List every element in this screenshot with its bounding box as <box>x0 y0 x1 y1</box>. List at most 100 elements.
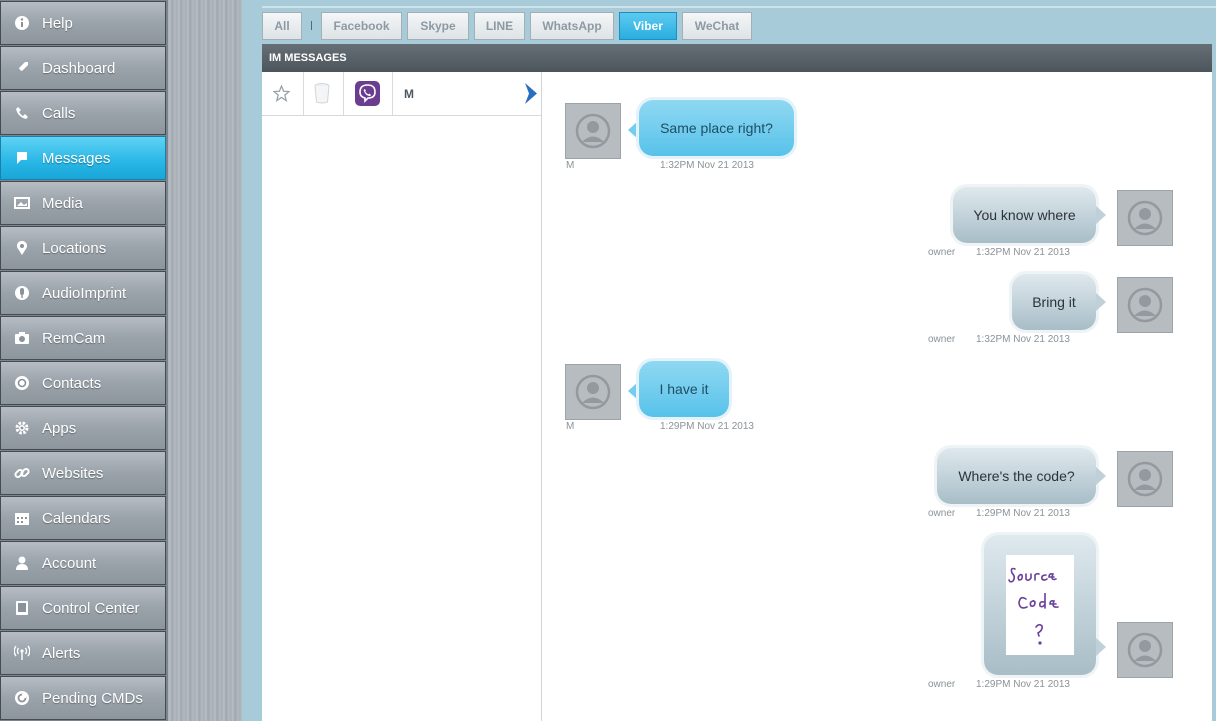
message-timestamp: 1:32PM Nov 21 2013 <box>976 334 1070 345</box>
message-text: I have it <box>659 381 709 397</box>
default-user-icon <box>1127 461 1163 497</box>
sidebar-item-label: Locations <box>42 239 107 257</box>
message-bubble: Same place right? <box>639 100 794 156</box>
phone-icon <box>14 105 30 121</box>
message-sender: M <box>566 160 575 171</box>
rocket-icon <box>14 60 30 76</box>
chevron-right-icon[interactable] <box>522 82 539 110</box>
cell-divider <box>303 72 304 115</box>
sidebar-item-label: Contacts <box>42 374 102 392</box>
message-timestamp: 1:29PM Nov 21 2013 <box>976 508 1070 519</box>
avatar <box>565 103 621 159</box>
tab-viber[interactable]: Viber <box>619 12 677 40</box>
sidebar-item-label: Pending CMDs <box>42 689 143 707</box>
speech-bubble-icon <box>14 150 30 166</box>
camera-icon <box>14 330 30 346</box>
message-sender: M <box>566 421 575 432</box>
conversation-contact-name: M <box>404 87 414 101</box>
sidebar-item-pending-cmds[interactable]: Pending CMDs <box>0 676 166 720</box>
sidebar: Help Dashboard Calls Messages Media Loca… <box>0 0 168 721</box>
sidebar-item-alerts[interactable]: Alerts <box>0 631 166 675</box>
sidebar-item-calendars[interactable]: Calendars <box>0 496 166 540</box>
sidebar-item-apps[interactable]: Apps <box>0 406 166 450</box>
tab-skype[interactable]: Skype <box>407 12 469 40</box>
top-divider <box>262 6 1216 8</box>
cell-divider <box>392 72 393 115</box>
panel-title: IM MESSAGES <box>269 52 347 64</box>
tab-separator <box>311 21 312 30</box>
message-text: You know where <box>973 207 1076 223</box>
avatar <box>1117 451 1173 507</box>
message-bubble: Where's the code? <box>937 448 1096 504</box>
sidebar-item-label: Websites <box>42 464 104 482</box>
gear-icon <box>14 420 30 436</box>
antenna-icon <box>14 645 30 661</box>
sidebar-item-label: Media <box>42 194 83 212</box>
calendar-icon <box>14 510 30 526</box>
tab-facebook[interactable]: Facebook <box>321 12 402 40</box>
sidebar-item-label: AudioImprint <box>42 284 127 302</box>
sidebar-item-messages[interactable]: Messages <box>0 136 166 180</box>
tab-wechat[interactable]: WeChat <box>682 12 752 40</box>
default-user-icon <box>575 374 611 410</box>
sidebar-item-audioimprint[interactable]: AudioImprint <box>0 271 166 315</box>
bubble-tail <box>1096 206 1106 224</box>
map-pin-icon <box>14 240 30 256</box>
sidebar-item-dashboard[interactable]: Dashboard <box>0 46 166 90</box>
sidebar-item-control-center[interactable]: Control Center <box>0 586 166 630</box>
default-user-icon <box>1127 632 1163 668</box>
message-sender: owner <box>928 679 956 690</box>
image-attachment[interactable] <box>1006 555 1074 655</box>
message-sender: owner <box>928 247 956 258</box>
trash-icon[interactable] <box>314 83 330 109</box>
star-icon[interactable] <box>272 84 291 107</box>
message-bubble: Bring it <box>1012 274 1096 330</box>
message-bubble: I have it <box>639 361 729 417</box>
avatar <box>1117 277 1173 333</box>
sidebar-item-locations[interactable]: Locations <box>0 226 166 270</box>
sidebar-item-calls[interactable]: Calls <box>0 91 166 135</box>
sidebar-item-label: Help <box>42 14 73 32</box>
avatar <box>1117 622 1173 678</box>
tab-line[interactable]: LINE <box>474 12 525 40</box>
contact-icon <box>14 375 30 391</box>
sidebar-item-account[interactable]: Account <box>0 541 166 585</box>
default-user-icon <box>575 113 611 149</box>
sidebar-item-websites[interactable]: Websites <box>0 451 166 495</box>
message-timestamp: 1:32PM Nov 21 2013 <box>660 160 754 171</box>
microphone-icon <box>14 285 30 301</box>
bubble-tail <box>628 382 638 400</box>
message-timestamp: 1:29PM Nov 21 2013 <box>976 679 1070 690</box>
conversation-row[interactable]: M <box>262 72 541 116</box>
default-user-icon <box>1127 200 1163 236</box>
message-text: Same place right? <box>660 120 773 136</box>
message-text: Where's the code? <box>958 468 1075 484</box>
viber-icon <box>355 81 380 111</box>
sidebar-item-contacts[interactable]: Contacts <box>0 361 166 405</box>
sidebar-item-label: Dashboard <box>42 59 116 77</box>
message-text: Bring it <box>1032 294 1076 310</box>
avatar <box>1117 190 1173 246</box>
sidebar-item-remcam[interactable]: RemCam <box>0 316 166 360</box>
message-sender: owner <box>928 334 956 345</box>
tablet-icon <box>14 600 30 616</box>
bubble-tail <box>1096 638 1106 656</box>
tab-all[interactable]: All <box>262 12 302 40</box>
image-icon <box>14 195 30 211</box>
avatar <box>565 364 621 420</box>
bubble-tail <box>1096 293 1106 311</box>
sidebar-item-media[interactable]: Media <box>0 181 166 225</box>
sidebar-item-label: Calendars <box>42 509 111 527</box>
sidebar-item-help[interactable]: Help <box>0 1 166 45</box>
bubble-tail <box>1096 467 1106 485</box>
sidebar-item-label: Control Center <box>42 599 140 617</box>
sidebar-item-label: Calls <box>42 104 76 122</box>
conversation-list: M <box>262 72 542 721</box>
tab-whatsapp[interactable]: WhatsApp <box>530 12 614 40</box>
pending-icon <box>14 690 30 706</box>
sidebar-item-label: Apps <box>42 419 77 437</box>
message-timestamp: 1:29PM Nov 21 2013 <box>660 421 754 432</box>
main-content: All Facebook Skype LINE WhatsApp Viber W… <box>242 0 1216 721</box>
info-icon <box>14 15 30 31</box>
message-bubble: You know where <box>953 187 1096 243</box>
